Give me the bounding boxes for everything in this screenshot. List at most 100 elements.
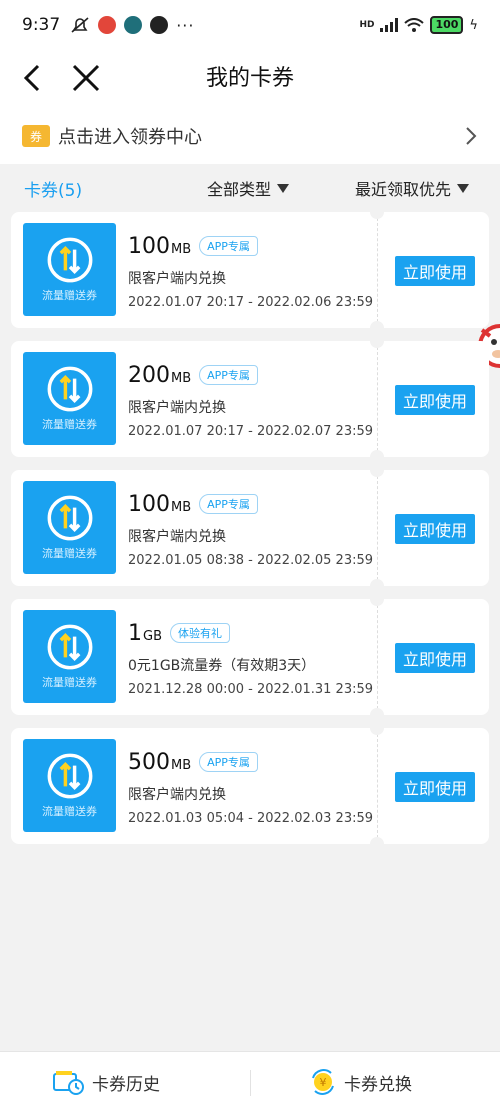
coupon-notch bbox=[370, 708, 384, 722]
filter-bar: 卡券(5) 全部类型 最近领取优先 bbox=[0, 164, 500, 368]
coupon-icon-box: 流量赠送券 bbox=[23, 352, 116, 445]
coupon-divider bbox=[377, 218, 378, 322]
coupon-amount: 200 MB APP专属 bbox=[128, 363, 258, 388]
coupon-notch bbox=[370, 837, 384, 851]
coupon-divider bbox=[377, 347, 378, 451]
chevron-right-icon bbox=[466, 127, 477, 145]
mute-icon bbox=[71, 17, 89, 33]
bottom-divider bbox=[250, 1070, 251, 1096]
coupon-notch bbox=[370, 579, 384, 593]
coupon-description: 限客户端内兑换 bbox=[128, 529, 226, 545]
status-time: 9:37 bbox=[22, 15, 61, 35]
close-icon[interactable] bbox=[66, 58, 106, 98]
amount-value: 200 bbox=[128, 363, 170, 388]
coupon-center-entry[interactable]: 券 点击进入领券中心 bbox=[0, 108, 500, 164]
coupon-card: 流量赠送券 1 GB 体验有礼 0元1GB流量券（有效期3天） 2021.12.… bbox=[11, 592, 489, 722]
coupon-exchange-label: 卡券兑换 bbox=[344, 1074, 412, 1095]
coupon-card: 流量赠送券 200 MB APP专属 限客户端内兑换 2022.01.07 20… bbox=[11, 334, 489, 464]
coupon-icon-box: 流量赠送券 bbox=[23, 223, 116, 316]
coupon-history-button[interactable]: 卡券历史 bbox=[52, 1062, 160, 1102]
charging-icon: ϟ bbox=[469, 17, 478, 33]
coupon-description: 0元1GB流量券（有效期3天） bbox=[128, 658, 316, 674]
coupon-tag: APP专属 bbox=[199, 365, 258, 385]
coupon-notch bbox=[370, 321, 384, 335]
coupon-icon-box: 流量赠送券 bbox=[23, 610, 116, 703]
app-notification-icon-3 bbox=[150, 16, 169, 34]
coupon-amount: 100 MB APP专属 bbox=[128, 234, 258, 259]
data-transfer-icon bbox=[47, 366, 93, 412]
coupon-validity: 2022.01.07 20:17 - 2022.02.06 23:59 bbox=[128, 295, 374, 310]
use-now-button[interactable]: 立即使用 bbox=[395, 772, 475, 802]
coupon-icon-label: 流量赠送券 bbox=[42, 676, 97, 689]
coupon-notch bbox=[370, 463, 384, 477]
wallet-clock-icon bbox=[53, 1071, 84, 1095]
data-transfer-icon bbox=[47, 753, 93, 799]
coupon-history-label: 卡券历史 bbox=[92, 1074, 160, 1095]
use-now-button[interactable]: 立即使用 bbox=[395, 256, 475, 286]
amount-unit: MB bbox=[171, 758, 192, 773]
status-right: HD 100 ϟ bbox=[359, 16, 478, 34]
sort-dropdown[interactable]: 最近领取优先 bbox=[355, 176, 470, 200]
amount-value: 100 bbox=[128, 234, 170, 259]
coupon-notch bbox=[370, 334, 384, 348]
network-label: HD bbox=[359, 20, 375, 30]
coupon-count: 卡券(5) bbox=[24, 181, 83, 201]
wifi-icon bbox=[404, 17, 425, 32]
use-now-button[interactable]: 立即使用 bbox=[395, 385, 475, 415]
bottom-bar: 卡券历史 ¥ 卡券兑换 bbox=[0, 1051, 500, 1111]
amount-unit: MB bbox=[171, 242, 192, 257]
amount-unit: MB bbox=[171, 371, 192, 386]
coupon-notch bbox=[370, 450, 384, 464]
coupon-icon-label: 流量赠送券 bbox=[42, 289, 97, 302]
coupon-tag: APP专属 bbox=[199, 494, 258, 514]
coupon-card: 流量赠送券 100 MB APP专属 限客户端内兑换 2022.01.05 08… bbox=[11, 463, 489, 593]
coupon-exchange-button[interactable]: ¥ 卡券兑换 bbox=[310, 1062, 412, 1102]
coupon-validity: 2021.12.28 00:00 - 2022.01.31 23:59 bbox=[128, 682, 374, 697]
app-notification-icon-2 bbox=[124, 16, 143, 34]
coupon-amount: 1 GB 体验有礼 bbox=[128, 621, 230, 646]
coupon-notch bbox=[370, 592, 384, 606]
coupon-divider bbox=[377, 476, 378, 580]
coupon-validity: 2022.01.05 08:38 - 2022.02.05 23:59 bbox=[128, 553, 374, 568]
data-transfer-icon bbox=[47, 237, 93, 283]
coupon-icon-label: 流量赠送券 bbox=[42, 547, 97, 560]
ticket-icon: 券 bbox=[22, 125, 50, 147]
use-now-button[interactable]: 立即使用 bbox=[395, 514, 475, 544]
svg-text:¥: ¥ bbox=[320, 1076, 327, 1089]
use-now-button[interactable]: 立即使用 bbox=[395, 643, 475, 673]
coupon-notch bbox=[370, 721, 384, 735]
coupon-validity: 2022.01.07 20:17 - 2022.02.07 23:59 bbox=[128, 424, 374, 439]
data-transfer-icon bbox=[47, 495, 93, 541]
coupon-divider bbox=[377, 734, 378, 838]
coupon-card: 流量赠送券 100 MB APP专属 限客户端内兑换 2022.01.07 20… bbox=[11, 205, 489, 335]
status-bar: 9:37 ··· HD 100 ϟ bbox=[0, 0, 500, 50]
coupon-description: 限客户端内兑换 bbox=[128, 400, 226, 416]
status-notification-icons: ··· bbox=[70, 16, 194, 35]
coupon-center-label: 点击进入领券中心 bbox=[58, 127, 202, 148]
amount-value: 500 bbox=[128, 750, 170, 775]
coupon-description: 限客户端内兑换 bbox=[128, 787, 226, 803]
amount-unit: MB bbox=[171, 500, 192, 515]
exchange-coin-icon: ¥ bbox=[312, 1069, 334, 1095]
coupon-card: 流量赠送券 500 MB APP专属 限客户端内兑换 2022.01.03 05… bbox=[11, 721, 489, 851]
nav-bar: 我的卡券 bbox=[0, 50, 500, 108]
coupon-tag: 体验有礼 bbox=[170, 623, 230, 643]
triangle-down-icon bbox=[277, 183, 290, 193]
chevron-left-icon[interactable] bbox=[14, 58, 54, 98]
amount-unit: GB bbox=[143, 629, 162, 644]
coupon-icon-box: 流量赠送券 bbox=[23, 739, 116, 832]
coupon-divider bbox=[377, 605, 378, 709]
coupon-icon-box: 流量赠送券 bbox=[23, 481, 116, 574]
app-notification-icon-1 bbox=[98, 16, 117, 34]
coupon-tag: APP专属 bbox=[199, 752, 258, 772]
coupon-amount: 500 MB APP专属 bbox=[128, 750, 258, 775]
coupon-validity: 2022.01.03 05:04 - 2022.02.03 23:59 bbox=[128, 811, 374, 826]
type-filter-label: 全部类型 bbox=[207, 180, 272, 199]
battery-icon: 100 bbox=[430, 16, 464, 34]
coupon-icon-label: 流量赠送券 bbox=[42, 418, 97, 431]
amount-value: 1 bbox=[128, 621, 142, 646]
coupon-icon-label: 流量赠送券 bbox=[42, 805, 97, 818]
coupon-notch bbox=[370, 205, 384, 219]
type-filter-dropdown[interactable]: 全部类型 bbox=[207, 176, 290, 200]
data-transfer-icon bbox=[47, 624, 93, 670]
